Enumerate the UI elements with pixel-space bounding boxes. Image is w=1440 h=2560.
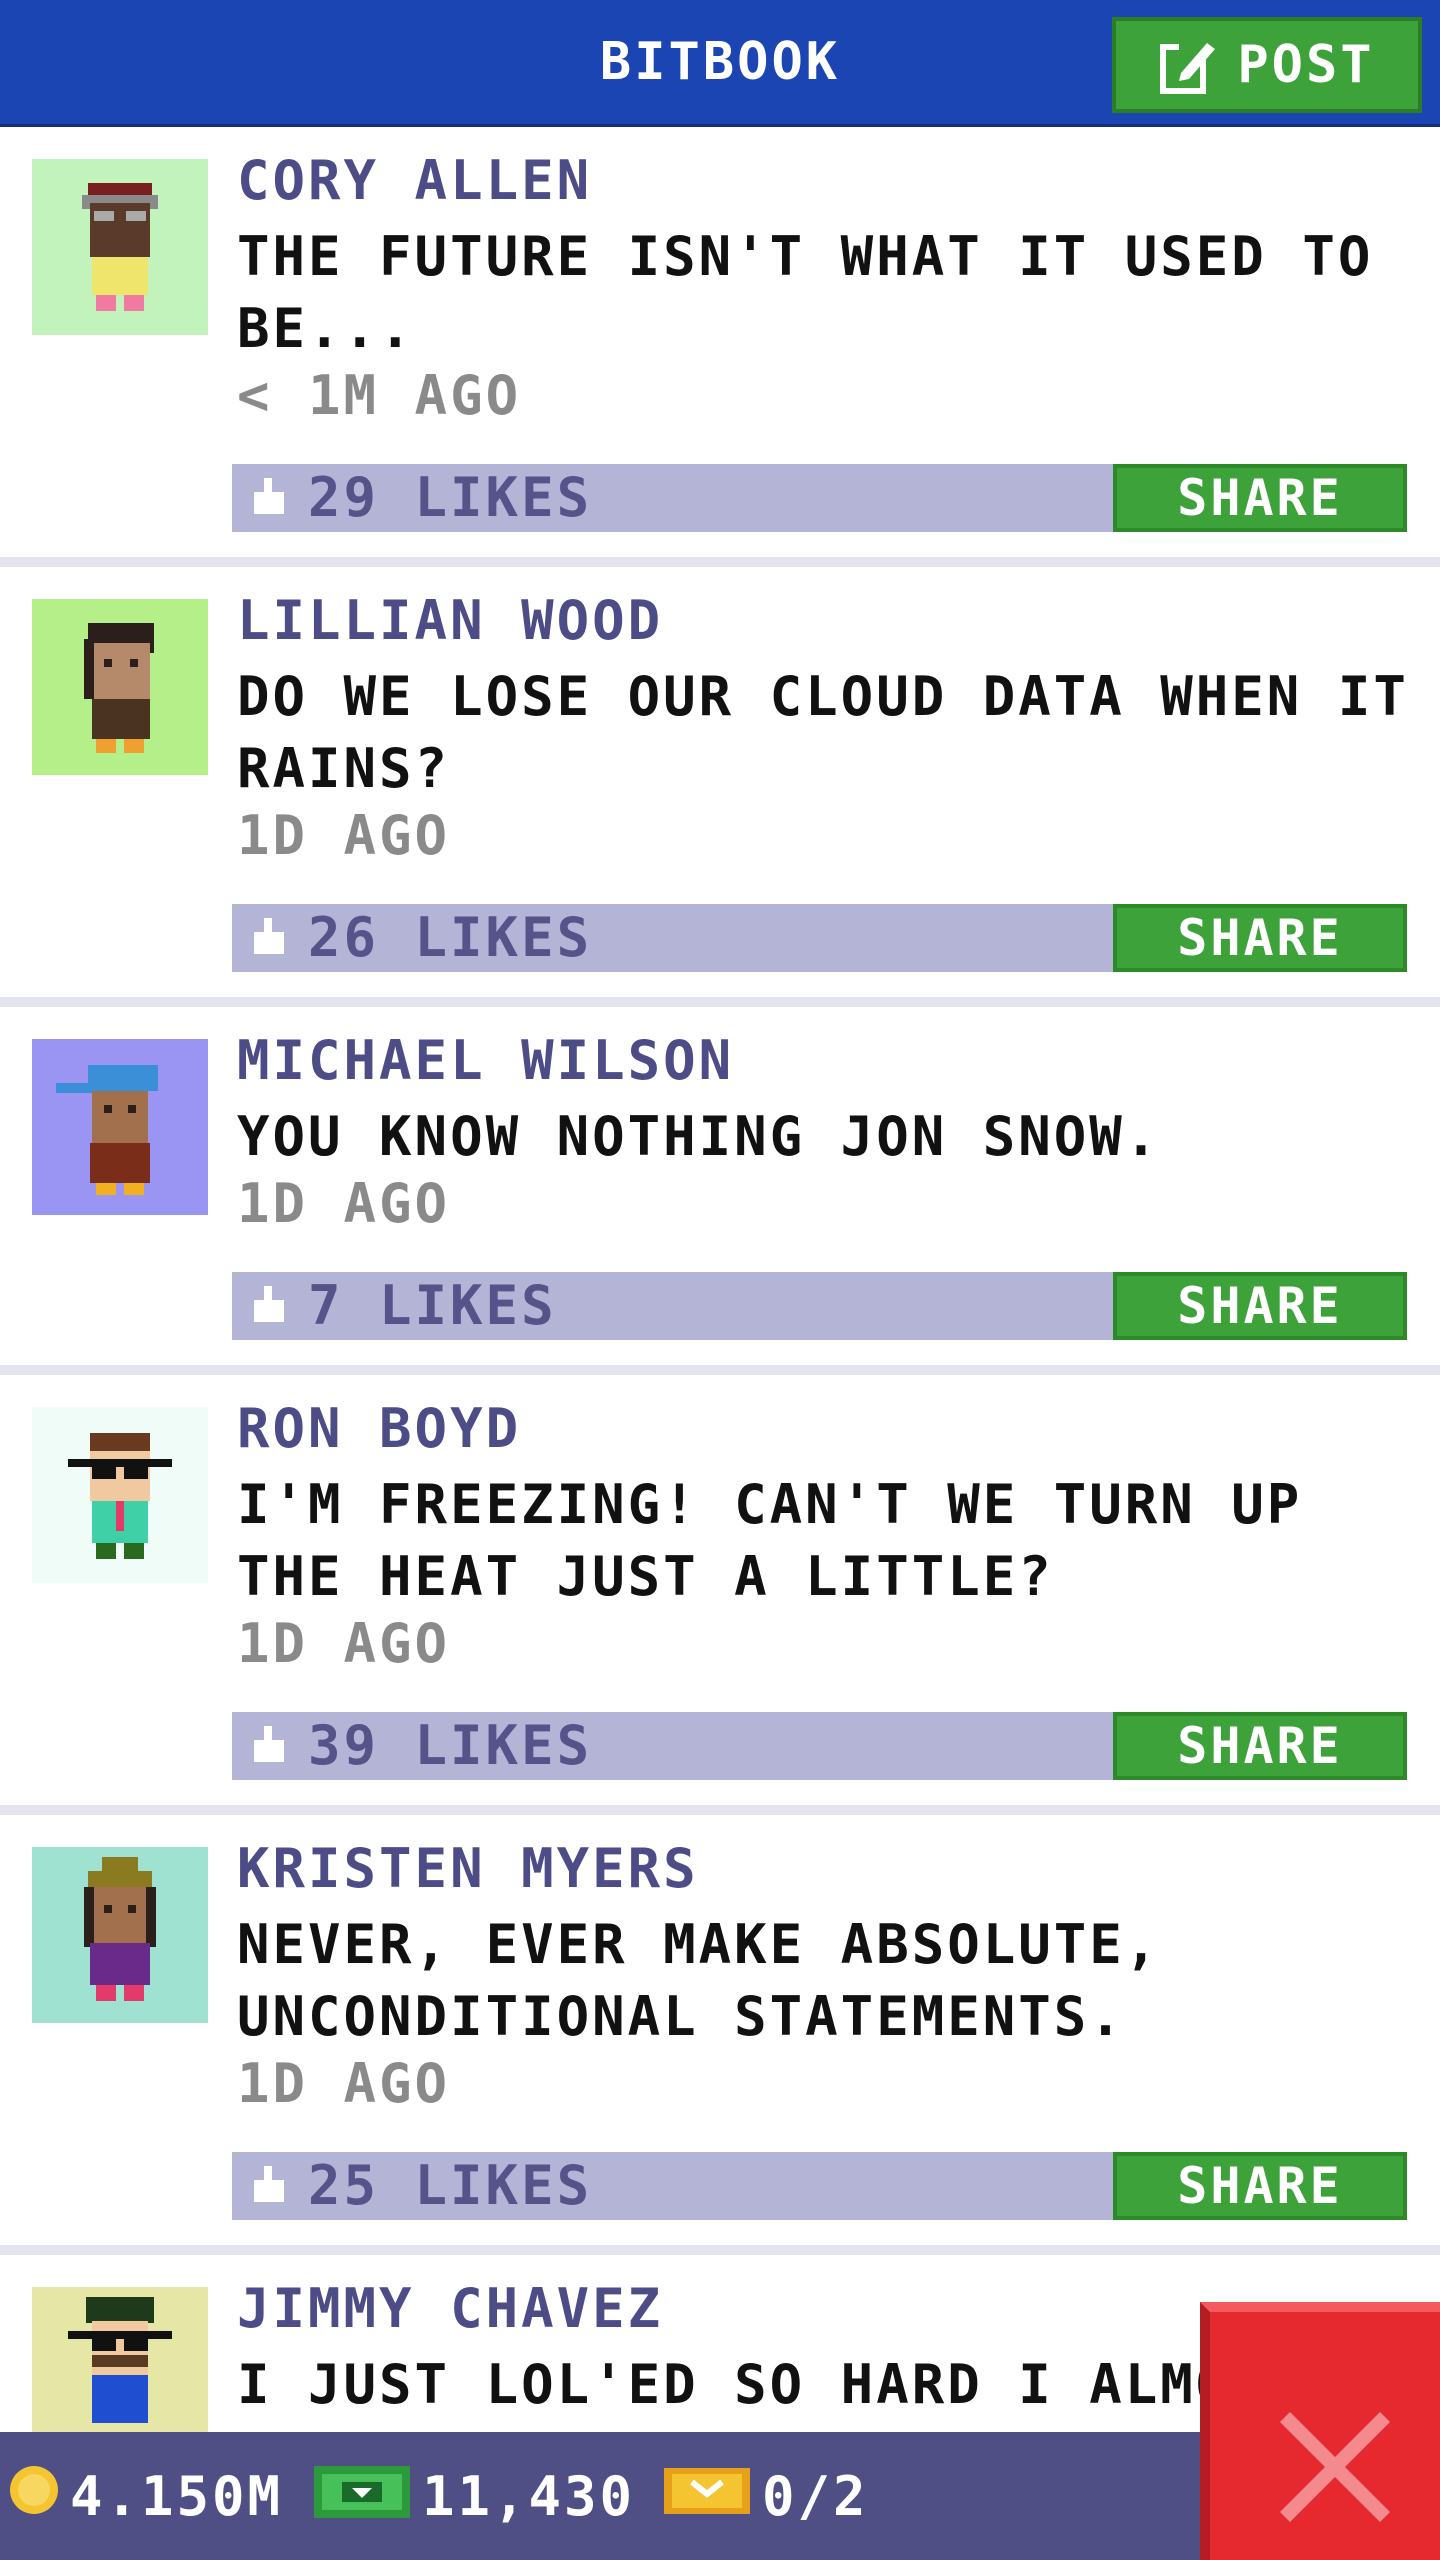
top-bar: BITBOOK POST: [0, 0, 1440, 127]
post-divider: [0, 1365, 1440, 1375]
share-button[interactable]: SHARE: [1113, 1272, 1407, 1340]
close-icon: [1280, 2412, 1390, 2522]
avatar[interactable]: [32, 1407, 208, 1583]
post-author[interactable]: KRISTEN MYERS: [237, 1837, 699, 1901]
avatar[interactable]: [32, 599, 208, 775]
coins-value: 4.150M: [70, 2464, 284, 2528]
likes-count[interactable]: 29 LIKES: [308, 466, 592, 530]
tickets-stat[interactable]: 0/2: [662, 2432, 869, 2560]
post-button-label: POST: [1237, 35, 1375, 95]
post-author[interactable]: MICHAEL WILSON: [237, 1029, 734, 1093]
coin-icon: [8, 2464, 60, 2529]
bux-icon: [312, 2458, 412, 2535]
post-time: 1D AGO: [237, 1172, 451, 1235]
likes-count[interactable]: 7 LIKES: [308, 1274, 557, 1338]
post-divider: [0, 2245, 1440, 2255]
post-message: NEVER, EVER MAKE ABSOLUTE, UNCONDITIONAL…: [237, 1913, 1161, 2048]
post-divider: [0, 1805, 1440, 1815]
bux-value: 11,430: [422, 2464, 636, 2528]
post-time: 1D AGO: [237, 2052, 451, 2115]
feed-post: MICHAEL WILSON YOU KNOW NOTHING JON SNOW…: [0, 1007, 1440, 1367]
likes-bar: 29 LIKES SHARE: [232, 464, 1407, 532]
post-message: THE FUTURE ISN'T WHAT IT USED TO BE...: [237, 225, 1374, 360]
close-button[interactable]: [1200, 2302, 1440, 2560]
thumbs-up-icon: [250, 918, 286, 958]
thumbs-up-icon: [250, 478, 286, 518]
avatar[interactable]: [32, 1039, 208, 1215]
post-message: DO WE LOSE OUR CLOUD DATA WHEN IT RAINS?: [237, 665, 1409, 800]
avatar[interactable]: [32, 159, 208, 335]
avatar[interactable]: [32, 1847, 208, 2023]
feed-post: CORY ALLEN THE FUTURE ISN'T WHAT IT USED…: [0, 127, 1440, 567]
likes-bar: 26 LIKES SHARE: [232, 904, 1407, 972]
coins-stat[interactable]: 4.150M: [8, 2432, 283, 2560]
share-button[interactable]: SHARE: [1113, 464, 1407, 532]
post-author[interactable]: LILLIAN WOOD: [237, 589, 663, 653]
thumbs-up-icon: [250, 1286, 286, 1326]
post-divider: [0, 997, 1440, 1007]
compose-icon: [1159, 35, 1219, 95]
post-message: YOU KNOW NOTHING JON SNOW.: [237, 1105, 1161, 1168]
likes-count[interactable]: 39 LIKES: [308, 1714, 592, 1778]
post-message: I'M FREEZING! CAN'T WE TURN UP THE HEAT …: [237, 1473, 1303, 1608]
likes-count[interactable]: 26 LIKES: [308, 906, 592, 970]
ticket-icon: [662, 2460, 752, 2533]
post-author[interactable]: JIMMY CHAVEZ: [237, 2277, 663, 2341]
post-time: < 1M AGO: [237, 364, 522, 427]
post-time: 1D AGO: [237, 804, 451, 867]
share-button[interactable]: SHARE: [1113, 1712, 1407, 1780]
likes-count[interactable]: 25 LIKES: [308, 2154, 592, 2218]
feed-post: LILLIAN WOOD DO WE LOSE OUR CLOUD DATA W…: [0, 567, 1440, 1007]
share-button[interactable]: SHARE: [1113, 2152, 1407, 2220]
likes-bar: 7 LIKES SHARE: [232, 1272, 1407, 1340]
feed-post: KRISTEN MYERS NEVER, EVER MAKE ABSOLUTE,…: [0, 1815, 1440, 2255]
share-button[interactable]: SHARE: [1113, 904, 1407, 972]
post-author[interactable]: RON BOYD: [237, 1397, 521, 1461]
feed-post: RON BOYD I'M FREEZING! CAN'T WE TURN UP …: [0, 1375, 1440, 1815]
post-divider: [0, 557, 1440, 567]
thumbs-up-icon: [250, 1726, 286, 1766]
likes-bar: 25 LIKES SHARE: [232, 2152, 1407, 2220]
bux-stat[interactable]: 11,430: [312, 2432, 635, 2560]
thumbs-up-icon: [250, 2166, 286, 2206]
post-author[interactable]: CORY ALLEN: [237, 149, 592, 213]
post-button[interactable]: POST: [1112, 17, 1422, 113]
likes-bar: 39 LIKES SHARE: [232, 1712, 1407, 1780]
post-time: 1D AGO: [237, 1612, 451, 1675]
tickets-value: 0/2: [762, 2464, 869, 2528]
